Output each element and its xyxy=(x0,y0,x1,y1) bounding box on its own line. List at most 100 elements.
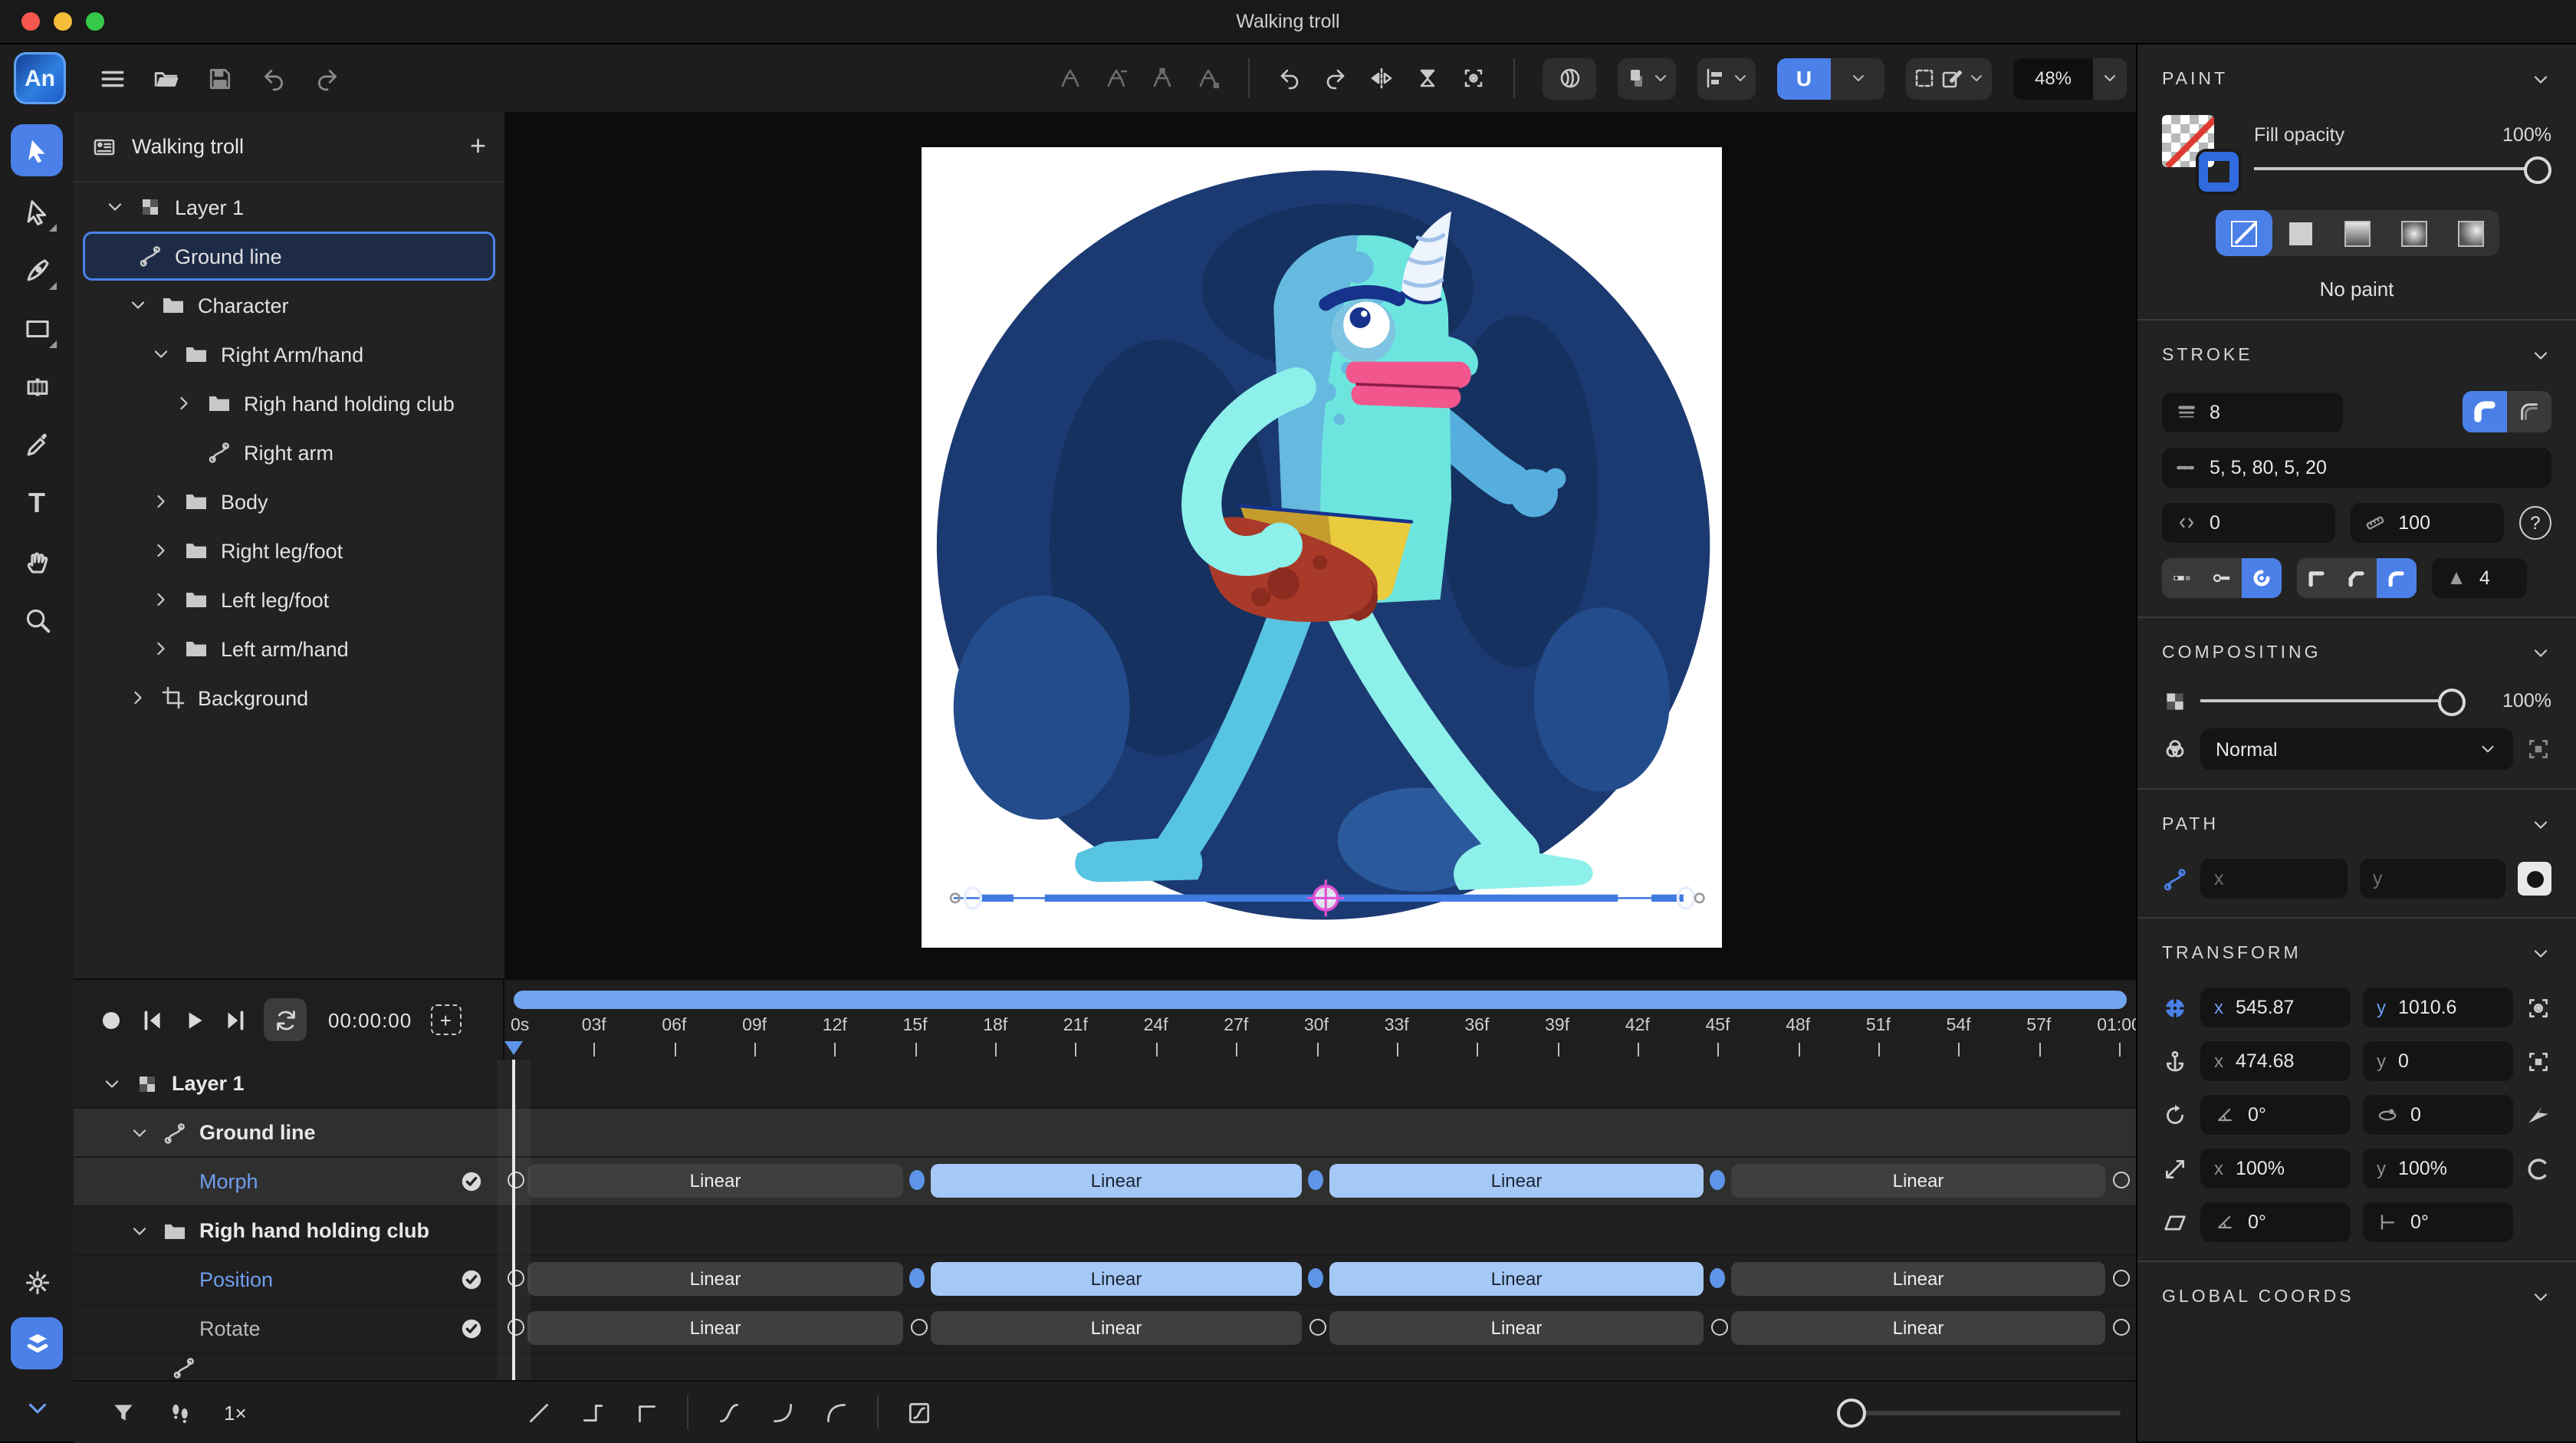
add-node-icon[interactable] xyxy=(1058,66,1083,90)
tween-segment[interactable]: Linear xyxy=(931,1164,1302,1198)
timeline-zoom-slider-track[interactable] xyxy=(1857,1411,2121,1415)
path-collapse-icon[interactable] xyxy=(2530,814,2551,836)
timeline-track[interactable] xyxy=(504,1354,2136,1380)
chevron-down-icon[interactable] xyxy=(101,1073,123,1094)
frame-origin-icon[interactable] xyxy=(2525,994,2551,1021)
keyframe-hollow[interactable] xyxy=(1710,1319,1727,1336)
keyframe-filled[interactable] xyxy=(1710,1170,1725,1190)
cap-butt-button[interactable] xyxy=(2162,558,2202,598)
align-dropdown[interactable] xyxy=(1697,58,1756,99)
tween-segment[interactable]: Linear xyxy=(527,1262,903,1296)
ease-linear-icon[interactable] xyxy=(526,1399,552,1425)
compositing-collapse-icon[interactable] xyxy=(2530,643,2551,664)
paint-radial-gradient-button[interactable] xyxy=(2385,210,2442,256)
fill-opacity-slider[interactable] xyxy=(2254,155,2551,182)
onion-skin-icon[interactable] xyxy=(167,1399,193,1425)
anchor-y-field[interactable]: y0 xyxy=(2363,1041,2513,1081)
snapping-chevron-icon[interactable] xyxy=(1831,58,1884,99)
add-layer-button[interactable]: + xyxy=(470,130,486,163)
paint-linear-gradient-button[interactable] xyxy=(2328,210,2385,256)
join-bevel-button[interactable] xyxy=(2337,558,2377,598)
layer-item-ground-line[interactable]: Ground line xyxy=(83,232,495,281)
layer-item-left-arm-hand[interactable]: Left arm/hand xyxy=(74,624,504,673)
timeline-track[interactable] xyxy=(504,1060,2136,1107)
stroke-width-field[interactable]: 8 xyxy=(2162,392,2343,432)
skew-y-field[interactable]: 0° xyxy=(2363,1202,2513,1242)
play-icon[interactable] xyxy=(181,1007,207,1033)
timeline-row-header[interactable]: Layer 1 xyxy=(74,1060,504,1107)
close-window-button[interactable] xyxy=(21,12,40,31)
save-icon[interactable] xyxy=(207,65,233,91)
playhead-handle[interactable] xyxy=(504,1041,523,1061)
hand-tool-button[interactable] xyxy=(11,535,63,587)
join-round-button[interactable] xyxy=(2377,558,2417,598)
position-x-field[interactable]: x545.87 xyxy=(2200,988,2351,1027)
layer-item-left-leg-foot[interactable]: Left leg/foot xyxy=(74,575,504,624)
layer-item-right-arm[interactable]: Right arm xyxy=(74,428,504,477)
collapse-panel-chevron-icon[interactable] xyxy=(11,1382,63,1434)
ease-in-out-icon[interactable] xyxy=(716,1399,742,1425)
dash-offset-field[interactable]: 0 xyxy=(2162,503,2335,543)
timeline-row-header[interactable]: Morph xyxy=(74,1158,504,1205)
focus-origin-icon[interactable] xyxy=(1461,66,1486,90)
stroke-color-swatch[interactable] xyxy=(2199,152,2239,192)
tween-segment[interactable]: Linear xyxy=(1731,1164,2105,1198)
settings-button[interactable] xyxy=(11,1256,63,1308)
add-keyframe-button[interactable]: + xyxy=(430,1004,461,1035)
remove-node-icon[interactable] xyxy=(1104,66,1129,90)
keyframe-filled[interactable] xyxy=(1308,1268,1323,1288)
paint-offset-gradient-button[interactable] xyxy=(2442,210,2499,256)
tween-segment[interactable]: Linear xyxy=(527,1311,903,1345)
chevron-right-icon[interactable] xyxy=(150,491,172,512)
step-end-icon[interactable] xyxy=(580,1399,606,1425)
timeline-row-header[interactable] xyxy=(74,1354,504,1380)
layer-item-character[interactable]: Character xyxy=(74,281,504,330)
magnet-icon[interactable]: U xyxy=(1777,58,1831,99)
redo-icon[interactable] xyxy=(314,65,340,91)
orientation-field[interactable]: 0 xyxy=(2363,1095,2513,1135)
cap-round-full-button[interactable] xyxy=(2242,558,2282,598)
subselection-tool-button[interactable] xyxy=(11,186,63,238)
stroke-align-outside-button[interactable] xyxy=(2463,391,2507,432)
snapping-dropdown[interactable]: U xyxy=(1777,58,1884,99)
keyframe-filled[interactable] xyxy=(909,1268,925,1288)
text-tool-button[interactable]: T xyxy=(11,477,63,529)
stroke-help-button[interactable]: ? xyxy=(2519,506,2551,540)
path-fill-rule-button[interactable] xyxy=(2518,862,2551,896)
chevron-right-icon[interactable] xyxy=(150,589,172,610)
tween-segment[interactable]: Linear xyxy=(931,1311,1302,1345)
timeline-track[interactable] xyxy=(504,1207,2136,1254)
timeline-ruler[interactable]: 0s03f06f09f12f15f18f21f24f27f30f33f36f39… xyxy=(504,978,2136,1061)
chevron-down-icon[interactable] xyxy=(150,343,172,365)
draw-order-dropdown[interactable] xyxy=(1618,58,1676,99)
timeline-property-label[interactable]: Morph xyxy=(199,1170,258,1193)
chevron-down-icon[interactable] xyxy=(104,196,126,218)
tween-segment[interactable]: Linear xyxy=(1329,1311,1704,1345)
selection-mode-dropdown[interactable] xyxy=(1906,58,1992,99)
chevron-down-icon[interactable] xyxy=(129,1220,150,1241)
path-x-field[interactable]: x xyxy=(2200,859,2347,899)
keyframe-hollow[interactable] xyxy=(1309,1319,1326,1336)
property-enabled-check-icon[interactable] xyxy=(460,1170,483,1193)
layer-item-righ-hand-holding-club[interactable]: Righ hand holding club xyxy=(74,379,504,428)
playhead-line[interactable] xyxy=(512,1060,514,1380)
tween-segment[interactable]: Linear xyxy=(1329,1262,1704,1296)
paint-collapse-icon[interactable] xyxy=(2530,69,2551,90)
keyframe-filled[interactable] xyxy=(1710,1268,1725,1288)
stage-canvas[interactable] xyxy=(922,147,1722,948)
rectangle-tool-button[interactable] xyxy=(11,302,63,354)
zoom-window-button[interactable] xyxy=(86,12,104,31)
chevron-down-icon[interactable] xyxy=(127,294,149,316)
rotation-field[interactable]: 0° xyxy=(2200,1095,2351,1135)
timeline-zoom-slider-knob[interactable] xyxy=(1837,1399,1866,1428)
chevron-right-icon[interactable] xyxy=(150,638,172,659)
stroke-dash-field[interactable]: 5, 5, 80, 5, 20 xyxy=(2162,448,2551,488)
gradient-tool-button[interactable] xyxy=(11,360,63,413)
timeline-track[interactable]: LinearLinearLinearLinear xyxy=(504,1158,2136,1205)
zoom-level-dropdown[interactable]: 48% xyxy=(2013,58,2127,99)
keyframe-hollow[interactable] xyxy=(2112,1172,2129,1188)
timeline-row-header[interactable]: Rotate xyxy=(74,1305,504,1353)
stroke-align-inside-button[interactable] xyxy=(2507,391,2551,432)
chevron-right-icon[interactable] xyxy=(150,540,172,561)
playback-speed[interactable]: 1× xyxy=(224,1401,247,1424)
